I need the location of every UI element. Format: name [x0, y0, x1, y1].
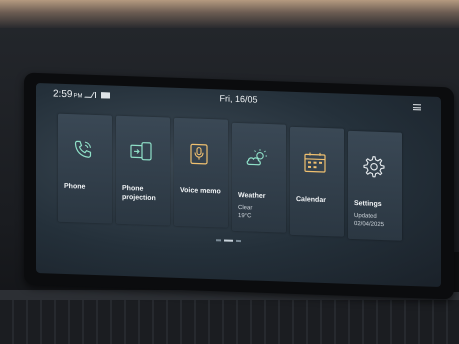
phone-icon	[74, 140, 92, 158]
gear-icon	[363, 156, 385, 178]
phone-projection-icon	[130, 142, 152, 161]
tile-voice-memo[interactable]: Voice memo	[174, 117, 228, 228]
page-dot-active	[224, 239, 233, 242]
infotainment-screen: 2:59PM Fri, 16/05 Phone Phone projection…	[36, 82, 441, 288]
dashboard-top	[0, 0, 459, 28]
tile-label: Phone projection	[122, 184, 156, 203]
tile-settings[interactable]: Settings Updated 02/04/2025	[348, 130, 402, 241]
page-dot	[216, 239, 221, 242]
tile-label: Calendar	[296, 196, 326, 205]
settings-updated-date: 02/04/2025	[354, 221, 385, 229]
weather-cloud-sun-icon	[246, 149, 267, 166]
page-indicator[interactable]	[216, 239, 241, 243]
page-dot	[236, 239, 241, 243]
tile-weather[interactable]: Weather Clear 19°C	[232, 122, 286, 233]
menu-icon[interactable]	[413, 104, 421, 111]
tile-calendar[interactable]: Calendar	[290, 126, 344, 237]
tile-phone-projection[interactable]: Phone projection	[116, 115, 170, 226]
calendar-icon	[304, 152, 326, 173]
tile-phone[interactable]: Phone	[58, 113, 112, 224]
air-vent	[0, 290, 459, 344]
tile-label: Weather	[238, 191, 266, 200]
voice-memo-icon	[190, 143, 208, 165]
tile-label: Settings	[354, 200, 382, 208]
tile-label: Voice memo	[180, 186, 221, 196]
tile-label: Phone	[64, 182, 86, 191]
weather-temperature: 19°C	[238, 212, 252, 220]
